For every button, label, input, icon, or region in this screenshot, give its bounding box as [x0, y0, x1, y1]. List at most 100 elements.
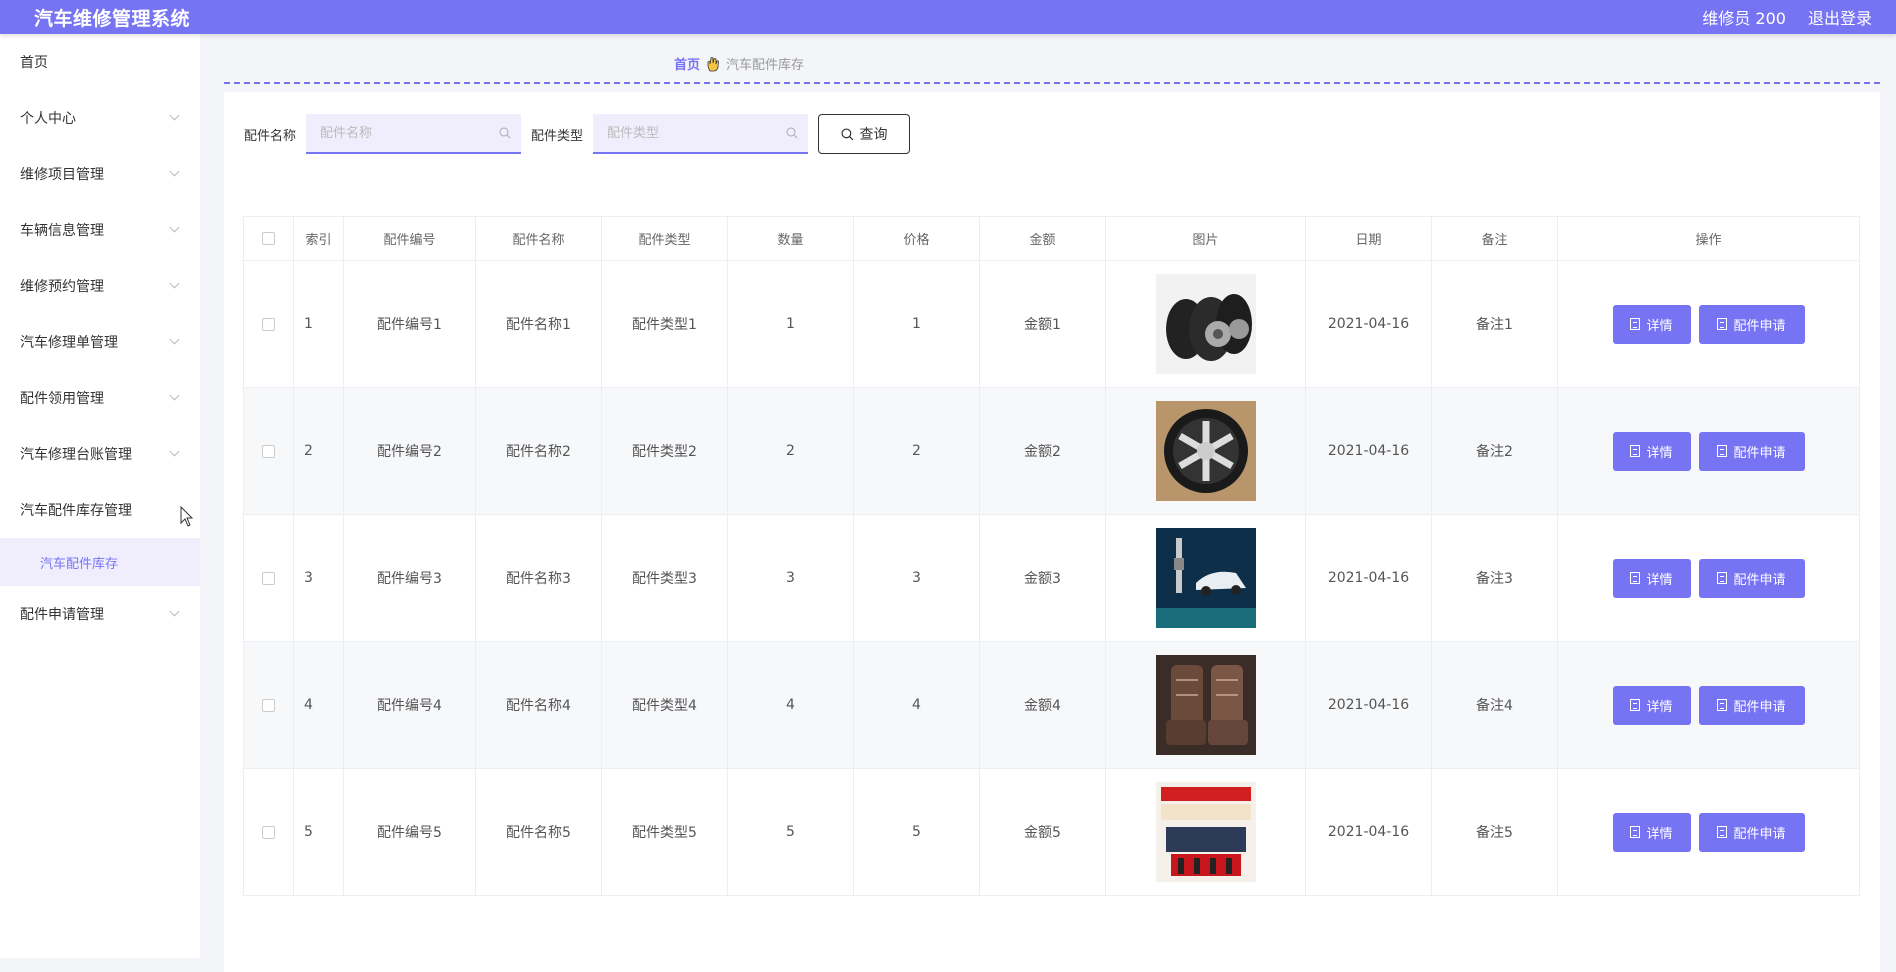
- sidebar-item[interactable]: 汽车修理单管理: [0, 314, 200, 370]
- top-header: 汽车维修管理系统 维修员 200 退出登录: [0, 0, 1896, 34]
- chevron-down-icon: [169, 278, 180, 289]
- detail-button[interactable]: 详情: [1612, 685, 1691, 725]
- table-row: 2 配件编号2 配件名称2 配件类型2 2 2 金额2 2021-04-16 备注2 详情 配件申请: [243, 387, 1860, 515]
- cell-index: 5: [293, 768, 344, 896]
- apply-part-button-label: 配件申请: [1733, 318, 1786, 334]
- cell-name: 配件名称5: [475, 768, 602, 896]
- parts-table: 索引 配件编号 配件名称 配件类型 数量 价格 金额 图片 日期 备注 操作 1…: [243, 216, 1860, 896]
- document-icon: [1717, 318, 1728, 330]
- chevron-down-icon: [169, 222, 180, 233]
- cell-type: 配件类型5: [601, 768, 728, 896]
- detail-button[interactable]: 详情: [1612, 558, 1691, 598]
- cell-index: 2: [293, 387, 344, 515]
- tires-photo[interactable]: [1155, 274, 1256, 374]
- cell-date: 2021-04-16: [1305, 260, 1432, 388]
- document-icon: [1717, 699, 1728, 711]
- cell-note: 备注5: [1431, 768, 1558, 896]
- row-select-cell: [243, 260, 294, 388]
- mouse-cursor-icon: [180, 506, 194, 527]
- fuel-additive-photo[interactable]: [1155, 782, 1256, 882]
- row-checkbox[interactable]: [262, 825, 275, 839]
- cell-amount: 金额2: [979, 387, 1106, 515]
- query-button[interactable]: 查询: [818, 114, 911, 154]
- apply-part-button-label: 配件申请: [1733, 826, 1786, 842]
- table-row: 3 配件编号3 配件名称3 配件类型3 3 3 金额3 2021-04-16 备注3 详情 配件申请: [243, 514, 1860, 642]
- spark-plug-car-photo[interactable]: [1155, 528, 1256, 628]
- detail-button-label: 详情: [1646, 318, 1673, 334]
- sidebar-item[interactable]: 汽车修理台账管理: [0, 426, 200, 482]
- row-checkbox[interactable]: [262, 698, 275, 712]
- cell-code: 配件编号5: [343, 768, 476, 896]
- document-icon: [1717, 572, 1728, 584]
- submenu-item-parts-inventory[interactable]: 汽车配件库存: [0, 538, 200, 586]
- sidebar-item[interactable]: 个人中心: [0, 90, 200, 146]
- apply-part-button[interactable]: 配件申请: [1698, 431, 1805, 471]
- cell-price: 4: [853, 641, 980, 769]
- select-all-checkbox[interactable]: [262, 232, 275, 245]
- cell-date: 2021-04-16: [1305, 641, 1432, 769]
- sidebar-item[interactable]: 车辆信息管理: [0, 202, 200, 258]
- cell-price: 2: [853, 387, 980, 515]
- breadcrumb-home[interactable]: 首页: [674, 54, 700, 73]
- cell-qty: 4: [727, 641, 854, 769]
- cell-image: [1105, 387, 1306, 515]
- sidebar-item[interactable]: 配件申请管理: [0, 586, 200, 642]
- detail-button-label: 详情: [1646, 699, 1673, 715]
- detail-button[interactable]: 详情: [1612, 304, 1691, 344]
- sidebar-item[interactable]: 配件领用管理: [0, 370, 200, 426]
- part-name-label: 配件名称: [244, 128, 297, 144]
- wheel-rim-photo[interactable]: [1155, 401, 1256, 501]
- select-all-cell: [243, 216, 294, 261]
- table-row: 1 配件编号1 配件名称1 配件类型1 1 1 金额1 2021-04-16 备注1 详情 配件申请: [243, 260, 1860, 388]
- sidebar-item-label: 配件申请管理: [20, 607, 104, 623]
- sidebar-item-label: 汽车配件库存管理: [20, 503, 132, 519]
- apply-part-button-label: 配件申请: [1733, 445, 1786, 461]
- detail-button[interactable]: 详情: [1612, 431, 1691, 471]
- header-actions: 操作: [1557, 216, 1860, 261]
- cell-type: 配件类型4: [601, 641, 728, 769]
- sidebar: 首页 个人中心 维修项目管理 车辆信息管理维修预约管理汽车修理单管理 配件领用管理汽车修…: [0, 34, 200, 958]
- apply-part-button[interactable]: 配件申请: [1698, 812, 1805, 852]
- part-type-input[interactable]: [593, 114, 809, 152]
- cell-type: 配件类型1: [601, 260, 728, 388]
- sidebar-item-label: 维修预约管理: [20, 279, 104, 295]
- logout-link[interactable]: 退出登录: [1808, 5, 1872, 29]
- chevron-down-icon: [169, 334, 180, 345]
- breadcrumb-current: 汽车配件库存: [726, 58, 805, 73]
- cell-amount: 金额3: [979, 514, 1106, 642]
- table-row: 4 配件编号4 配件名称4 配件类型4 4 4 金额4 2021-04-16 备注4 详情 配件申请: [243, 641, 1860, 769]
- sidebar-item-label: 汽车修理台账管理: [20, 447, 132, 463]
- document-icon: [1717, 826, 1728, 838]
- apply-part-button[interactable]: 配件申请: [1698, 304, 1805, 344]
- cell-name: 配件名称1: [475, 260, 602, 388]
- row-checkbox[interactable]: [262, 571, 275, 585]
- sidebar-item[interactable]: 首页: [0, 34, 200, 90]
- cell-qty: 3: [727, 514, 854, 642]
- cell-qty: 5: [727, 768, 854, 896]
- cell-amount: 金额4: [979, 641, 1106, 769]
- detail-button-label: 详情: [1646, 826, 1673, 842]
- car-seat-photo[interactable]: [1155, 655, 1256, 755]
- apply-part-button[interactable]: 配件申请: [1698, 558, 1805, 598]
- sidebar-item[interactable]: 维修项目管理: [0, 146, 200, 202]
- cell-actions: 详情 配件申请: [1557, 514, 1860, 642]
- cell-code: 配件编号3: [343, 514, 476, 642]
- cell-qty: 1: [727, 260, 854, 388]
- detail-button[interactable]: 详情: [1612, 812, 1691, 852]
- cell-index: 4: [293, 641, 344, 769]
- chevron-down-icon: [169, 446, 180, 457]
- cell-price: 3: [853, 514, 980, 642]
- row-checkbox[interactable]: [262, 444, 275, 458]
- apply-part-button[interactable]: 配件申请: [1698, 685, 1805, 725]
- row-checkbox[interactable]: [262, 317, 275, 331]
- header-type: 配件类型: [601, 216, 728, 261]
- document-icon: [1717, 445, 1728, 457]
- main-content: 首页 汽车配件库存 配件名称 配件类型 查询: [200, 34, 1896, 972]
- sidebar-item[interactable]: 维修预约管理: [0, 258, 200, 314]
- part-name-input[interactable]: [306, 114, 522, 152]
- header-amount: 金额: [979, 216, 1106, 261]
- chevron-down-icon: [169, 390, 180, 401]
- cell-price: 5: [853, 768, 980, 896]
- apply-part-button-label: 配件申请: [1733, 699, 1786, 715]
- sidebar-item[interactable]: 汽车配件库存管理: [0, 482, 200, 538]
